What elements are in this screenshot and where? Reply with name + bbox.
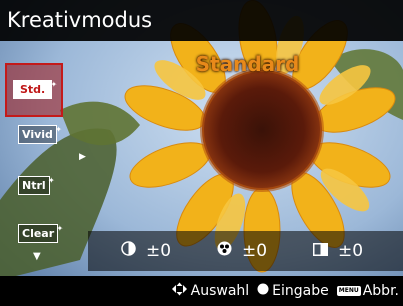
adjustable-marker-icon: ✦ — [56, 224, 64, 233]
saturation-param[interactable]: ±0 — [217, 231, 267, 271]
style-option-label: Vivid — [22, 128, 53, 141]
style-option-vivid[interactable]: Vivid ✦ — [18, 125, 62, 144]
style-option-standard[interactable]: Std. ✦ — [13, 80, 57, 99]
style-option-neutral[interactable]: Ntrl ✦ — [18, 176, 55, 195]
style-option-label: Std. — [20, 83, 46, 96]
enter-hint-label: Eingabe — [272, 283, 329, 299]
expand-right-arrow-icon[interactable]: ▶ — [79, 152, 86, 162]
contrast-param[interactable]: ±0 — [121, 231, 171, 271]
sharpness-value: ±0 — [338, 241, 364, 261]
style-option-label: Clear — [22, 227, 55, 240]
adjustable-marker-icon: ✦ — [55, 125, 62, 134]
menu-button-icon: MENU — [336, 286, 361, 296]
saturation-icon — [217, 241, 232, 261]
adjustable-marker-icon: ✦ — [47, 176, 55, 185]
sharpness-param[interactable]: ±0 — [313, 231, 363, 271]
window-title: Kreativmodus — [7, 8, 153, 32]
parameter-strip: ±0 ±0 ±0 — [88, 231, 403, 271]
selected-style-label: Standard — [195, 52, 300, 76]
contrast-value: ±0 — [146, 241, 172, 261]
camera-screen: Kreativmodus Standard Std. ✦ Vivid ✦ Ntr… — [0, 0, 403, 306]
style-option-label: Ntrl — [22, 179, 46, 192]
sharpness-icon — [313, 241, 328, 261]
style-option-clear[interactable]: Clear ✦ — [18, 224, 63, 243]
dpad-select-icon — [171, 282, 188, 300]
cancel-hint-label: Abbr. — [362, 283, 399, 299]
bottom-nav-bar: Auswahl Eingabe MENU Abbr. — [0, 276, 403, 306]
saturation-value: ±0 — [242, 241, 268, 261]
adjustable-marker-icon: ✦ — [50, 80, 58, 89]
select-hint-label: Auswahl — [190, 283, 250, 299]
enter-button-icon — [257, 283, 269, 299]
nav-hints: Auswahl Eingabe MENU Abbr. — [171, 280, 399, 302]
scroll-down-arrow-icon[interactable]: ▼ — [33, 251, 41, 262]
title-bar: Kreativmodus — [0, 0, 403, 41]
contrast-icon — [121, 241, 136, 261]
